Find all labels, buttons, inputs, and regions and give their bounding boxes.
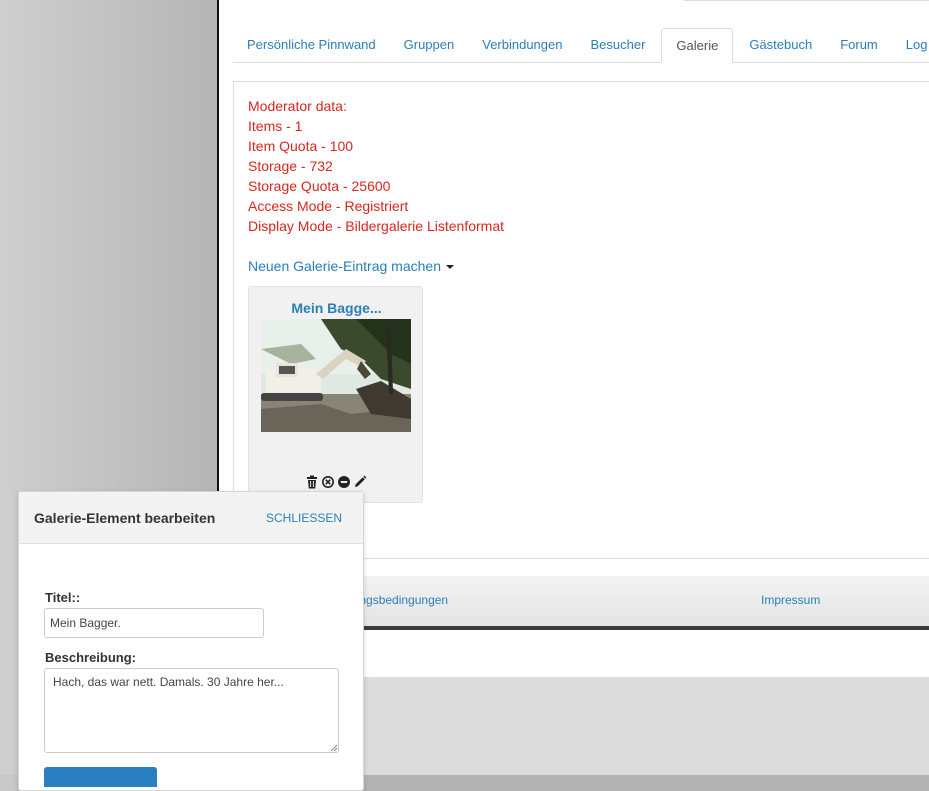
minus-circle-icon[interactable] bbox=[337, 475, 351, 489]
description-field-label: Beschreibung: bbox=[45, 650, 137, 665]
moderator-data-heading: Moderator data: bbox=[248, 98, 347, 114]
moderator-access-mode: Access Mode - Registriert bbox=[248, 198, 409, 214]
new-gallery-entry-label: Neuen Galerie-Eintrag machen bbox=[248, 258, 441, 274]
tab-gruppen[interactable]: Gruppen bbox=[390, 28, 469, 63]
tab-besucher[interactable]: Besucher bbox=[576, 28, 659, 63]
gallery-item-title[interactable]: Mein Bagge... bbox=[249, 300, 424, 316]
resize-handle-icon[interactable] bbox=[330, 744, 338, 752]
moderator-data: Moderator data: Items - 1 Item Quota - 1… bbox=[248, 96, 504, 236]
new-gallery-entry-dropdown[interactable]: Neuen Galerie-Eintrag machen bbox=[248, 256, 454, 276]
moderator-storage: Storage - 732 bbox=[248, 158, 333, 174]
dialog-header: Galerie-Element bearbeiten SCHLIESSEN bbox=[19, 492, 363, 544]
trash-icon[interactable] bbox=[305, 475, 319, 489]
tab-persoenliche-pinnwand[interactable]: Persönliche Pinnwand bbox=[233, 28, 390, 63]
moderator-storage-quota: Storage Quota - 25600 bbox=[248, 178, 391, 194]
dialog-title: Galerie-Element bearbeiten bbox=[34, 510, 216, 526]
moderator-items: Items - 1 bbox=[248, 118, 303, 134]
tab-galerie[interactable]: Galerie bbox=[661, 28, 734, 63]
caret-down-icon bbox=[446, 265, 454, 270]
tab-forum[interactable]: Forum bbox=[826, 28, 892, 63]
footer-link-imprint[interactable]: Impressum bbox=[761, 593, 820, 607]
tab-verbindungen[interactable]: Verbindungen bbox=[468, 28, 576, 63]
gallery-item-photo[interactable] bbox=[261, 319, 411, 432]
tab-gaestebuch[interactable]: Gästebuch bbox=[735, 28, 826, 63]
title-field-label: Titel:: bbox=[45, 590, 81, 605]
moderator-display-mode: Display Mode - Bildergalerie Listenforma… bbox=[248, 218, 504, 234]
profile-tabs: Persönliche Pinnwand Gruppen Verbindunge… bbox=[233, 28, 929, 63]
edit-gallery-item-dialog: Galerie-Element bearbeiten SCHLIESSEN Ti… bbox=[18, 491, 364, 791]
moderator-item-quota: Item Quota - 100 bbox=[248, 138, 354, 154]
top-divider bbox=[684, 0, 929, 1]
cancel-circle-icon[interactable] bbox=[321, 475, 335, 489]
close-dialog-button[interactable]: SCHLIESSEN bbox=[266, 511, 342, 525]
save-button[interactable] bbox=[44, 767, 157, 787]
pencil-icon[interactable] bbox=[353, 475, 367, 489]
gallery-item-card: Mein Bagge... bbox=[248, 286, 423, 503]
tab-log[interactable]: Log bbox=[892, 28, 929, 63]
gallery-item-actions bbox=[305, 475, 367, 489]
title-input[interactable] bbox=[44, 608, 264, 638]
description-textarea[interactable]: Hach, das war nett. Damals. 30 Jahre her… bbox=[44, 668, 339, 753]
